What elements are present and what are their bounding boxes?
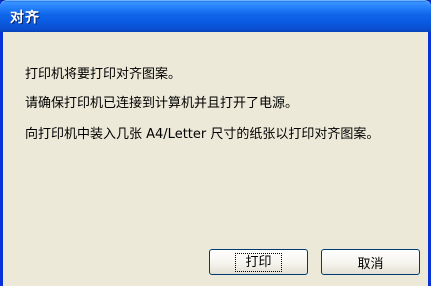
dialog-body: 打印机将要打印对齐图案。 请确保打印机已连接到计算机并且打开了电源。 向打印机中… (3, 32, 428, 286)
align-dialog: 对齐 打印机将要打印对齐图案。 请确保打印机已连接到计算机并且打开了电源。 向打… (0, 0, 431, 286)
message-line-3: 向打印机中装入几张 A4/Letter 尺寸的纸张以打印对齐图案。 (25, 127, 380, 142)
title-bar[interactable]: 对齐 (0, 0, 431, 32)
print-button[interactable]: 打印 (209, 249, 308, 275)
cancel-button[interactable]: 取消 (321, 249, 420, 275)
cancel-button-label: 取消 (357, 256, 384, 272)
dialog-title: 对齐 (10, 10, 40, 26)
message-line-2: 请确保打印机已连接到计算机并且打开了电源。 (25, 96, 299, 111)
print-button-label: 打印 (235, 252, 282, 272)
message-line-1: 打印机将要打印对齐图案。 (25, 67, 182, 82)
